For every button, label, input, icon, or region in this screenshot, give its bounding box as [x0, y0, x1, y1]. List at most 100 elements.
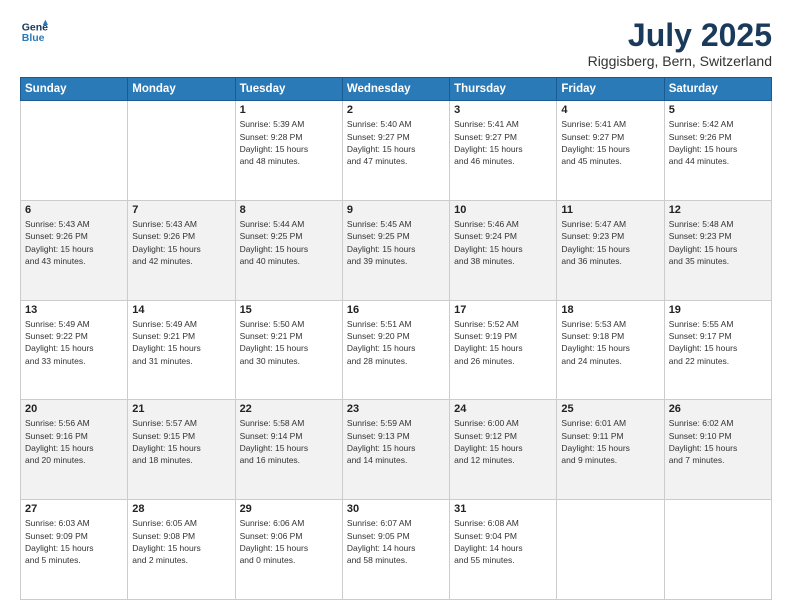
day-number: 6 [25, 204, 123, 216]
day-number: 3 [454, 104, 552, 116]
table-row: 16Sunrise: 5:51 AM Sunset: 9:20 PM Dayli… [342, 300, 449, 400]
day-number: 2 [347, 104, 445, 116]
logo-icon: General Blue [20, 18, 48, 46]
table-row: 3 Sunrise: 5:41 AM Sunset: 9:27 PM Daylig… [450, 101, 557, 201]
logo: General Blue [20, 18, 48, 46]
day-number: 12 [669, 204, 767, 216]
table-row [128, 101, 235, 201]
day-info: Sunrise: 5:43 AM Sunset: 9:26 PM Dayligh… [25, 218, 123, 267]
table-row [557, 500, 664, 600]
day-info: Sunrise: 5:43 AM Sunset: 9:26 PM Dayligh… [132, 218, 230, 267]
day-number: 9 [347, 204, 445, 216]
calendar-table: Sunday Monday Tuesday Wednesday Thursday… [20, 77, 772, 600]
table-row: 13 Sunrise: 5:49 AM Sunset: 9:22 PM Dayli… [21, 300, 128, 400]
week-row-1: 6 Sunrise: 5:43 AM Sunset: 9:26 PM Daylig… [21, 200, 772, 300]
table-row: 12Sunrise: 5:48 AM Sunset: 9:23 PM Dayli… [664, 200, 771, 300]
week-row-4: 27 Sunrise: 6:03 AM Sunset: 9:09 PM Dayli… [21, 500, 772, 600]
day-number: 15 [240, 304, 338, 316]
day-number: 8 [240, 204, 338, 216]
day-info: Sunrise: 6:06 AM Sunset: 9:06 PM Dayligh… [240, 517, 338, 566]
table-row: 30 Sunrise: 6:07 AM Sunset: 9:05 PM Dayli… [342, 500, 449, 600]
day-number: 19 [669, 304, 767, 316]
title-block: July 2025 Riggisberg, Bern, Switzerland [588, 18, 772, 69]
table-row: 23 Sunrise: 5:59 AM Sunset: 9:13 PM Dayli… [342, 400, 449, 500]
day-info: Sunrise: 5:56 AM Sunset: 9:16 PM Dayligh… [25, 417, 123, 466]
day-number: 4 [561, 104, 659, 116]
page: General Blue July 2025 Riggisberg, Bern,… [0, 0, 792, 612]
table-row: 1Sunrise: 5:39 AM Sunset: 9:28 PM Daylig… [235, 101, 342, 201]
svg-text:Blue: Blue [22, 32, 45, 44]
day-number: 18 [561, 304, 659, 316]
day-number: 21 [132, 403, 230, 415]
day-info: Sunrise: 5:50 AM Sunset: 9:21 PM Dayligh… [240, 318, 338, 367]
day-info: Sunrise: 6:05 AM Sunset: 9:08 PM Dayligh… [132, 517, 230, 566]
table-row: 2Sunrise: 5:40 AM Sunset: 9:27 PM Daylig… [342, 101, 449, 201]
day-number: 16 [347, 304, 445, 316]
week-row-3: 20Sunrise: 5:56 AM Sunset: 9:16 PM Dayli… [21, 400, 772, 500]
table-row: 21 Sunrise: 5:57 AM Sunset: 9:15 PM Dayli… [128, 400, 235, 500]
table-row: 8Sunrise: 5:44 AM Sunset: 9:25 PM Daylig… [235, 200, 342, 300]
day-info: Sunrise: 5:42 AM Sunset: 9:26 PM Dayligh… [669, 118, 767, 167]
table-row: 31 Sunrise: 6:08 AM Sunset: 9:04 PM Dayli… [450, 500, 557, 600]
table-row: 28Sunrise: 6:05 AM Sunset: 9:08 PM Dayli… [128, 500, 235, 600]
table-row: 7 Sunrise: 5:43 AM Sunset: 9:26 PM Daylig… [128, 200, 235, 300]
day-number: 23 [347, 403, 445, 415]
table-row: 11Sunrise: 5:47 AM Sunset: 9:23 PM Dayli… [557, 200, 664, 300]
day-info: Sunrise: 5:59 AM Sunset: 9:13 PM Dayligh… [347, 417, 445, 466]
day-info: Sunrise: 5:41 AM Sunset: 9:27 PM Dayligh… [454, 118, 552, 167]
day-number: 30 [347, 503, 445, 515]
day-number: 27 [25, 503, 123, 515]
main-title: July 2025 [588, 18, 772, 53]
day-number: 10 [454, 204, 552, 216]
table-row: 10 Sunrise: 5:46 AM Sunset: 9:24 PM Dayli… [450, 200, 557, 300]
header-tuesday: Tuesday [235, 78, 342, 101]
table-row [21, 101, 128, 201]
day-info: Sunrise: 5:53 AM Sunset: 9:18 PM Dayligh… [561, 318, 659, 367]
day-number: 26 [669, 403, 767, 415]
day-number: 22 [240, 403, 338, 415]
table-row: 27 Sunrise: 6:03 AM Sunset: 9:09 PM Dayli… [21, 500, 128, 600]
table-row: 22Sunrise: 5:58 AM Sunset: 9:14 PM Dayli… [235, 400, 342, 500]
day-info: Sunrise: 5:46 AM Sunset: 9:24 PM Dayligh… [454, 218, 552, 267]
week-row-2: 13 Sunrise: 5:49 AM Sunset: 9:22 PM Dayli… [21, 300, 772, 400]
day-number: 25 [561, 403, 659, 415]
week-row-0: 1Sunrise: 5:39 AM Sunset: 9:28 PM Daylig… [21, 101, 772, 201]
day-info: Sunrise: 6:02 AM Sunset: 9:10 PM Dayligh… [669, 417, 767, 466]
day-info: Sunrise: 5:45 AM Sunset: 9:25 PM Dayligh… [347, 218, 445, 267]
subtitle: Riggisberg, Bern, Switzerland [588, 53, 772, 69]
day-number: 31 [454, 503, 552, 515]
day-info: Sunrise: 5:41 AM Sunset: 9:27 PM Dayligh… [561, 118, 659, 167]
weekday-header-row: Sunday Monday Tuesday Wednesday Thursday… [21, 78, 772, 101]
header-wednesday: Wednesday [342, 78, 449, 101]
table-row [664, 500, 771, 600]
table-row: 26 Sunrise: 6:02 AM Sunset: 9:10 PM Dayli… [664, 400, 771, 500]
table-row: 15 Sunrise: 5:50 AM Sunset: 9:21 PM Dayli… [235, 300, 342, 400]
day-number: 7 [132, 204, 230, 216]
header-monday: Monday [128, 78, 235, 101]
table-row: 14Sunrise: 5:49 AM Sunset: 9:21 PM Dayli… [128, 300, 235, 400]
header-friday: Friday [557, 78, 664, 101]
header-thursday: Thursday [450, 78, 557, 101]
day-info: Sunrise: 5:49 AM Sunset: 9:22 PM Dayligh… [25, 318, 123, 367]
day-info: Sunrise: 5:55 AM Sunset: 9:17 PM Dayligh… [669, 318, 767, 367]
table-row: 25 Sunrise: 6:01 AM Sunset: 9:11 PM Dayli… [557, 400, 664, 500]
table-row: 29Sunrise: 6:06 AM Sunset: 9:06 PM Dayli… [235, 500, 342, 600]
table-row: 9 Sunrise: 5:45 AM Sunset: 9:25 PM Daylig… [342, 200, 449, 300]
day-info: Sunrise: 6:07 AM Sunset: 9:05 PM Dayligh… [347, 517, 445, 566]
table-row: 17Sunrise: 5:52 AM Sunset: 9:19 PM Dayli… [450, 300, 557, 400]
header: General Blue July 2025 Riggisberg, Bern,… [20, 18, 772, 69]
table-row: 5Sunrise: 5:42 AM Sunset: 9:26 PM Daylig… [664, 101, 771, 201]
day-info: Sunrise: 5:39 AM Sunset: 9:28 PM Dayligh… [240, 118, 338, 167]
day-info: Sunrise: 5:57 AM Sunset: 9:15 PM Dayligh… [132, 417, 230, 466]
day-info: Sunrise: 6:03 AM Sunset: 9:09 PM Dayligh… [25, 517, 123, 566]
day-info: Sunrise: 5:52 AM Sunset: 9:19 PM Dayligh… [454, 318, 552, 367]
day-info: Sunrise: 6:01 AM Sunset: 9:11 PM Dayligh… [561, 417, 659, 466]
header-sunday: Sunday [21, 78, 128, 101]
day-number: 11 [561, 204, 659, 216]
day-info: Sunrise: 6:08 AM Sunset: 9:04 PM Dayligh… [454, 517, 552, 566]
day-number: 13 [25, 304, 123, 316]
day-number: 24 [454, 403, 552, 415]
table-row: 19 Sunrise: 5:55 AM Sunset: 9:17 PM Dayli… [664, 300, 771, 400]
table-row: 20Sunrise: 5:56 AM Sunset: 9:16 PM Dayli… [21, 400, 128, 500]
table-row: 4 Sunrise: 5:41 AM Sunset: 9:27 PM Daylig… [557, 101, 664, 201]
